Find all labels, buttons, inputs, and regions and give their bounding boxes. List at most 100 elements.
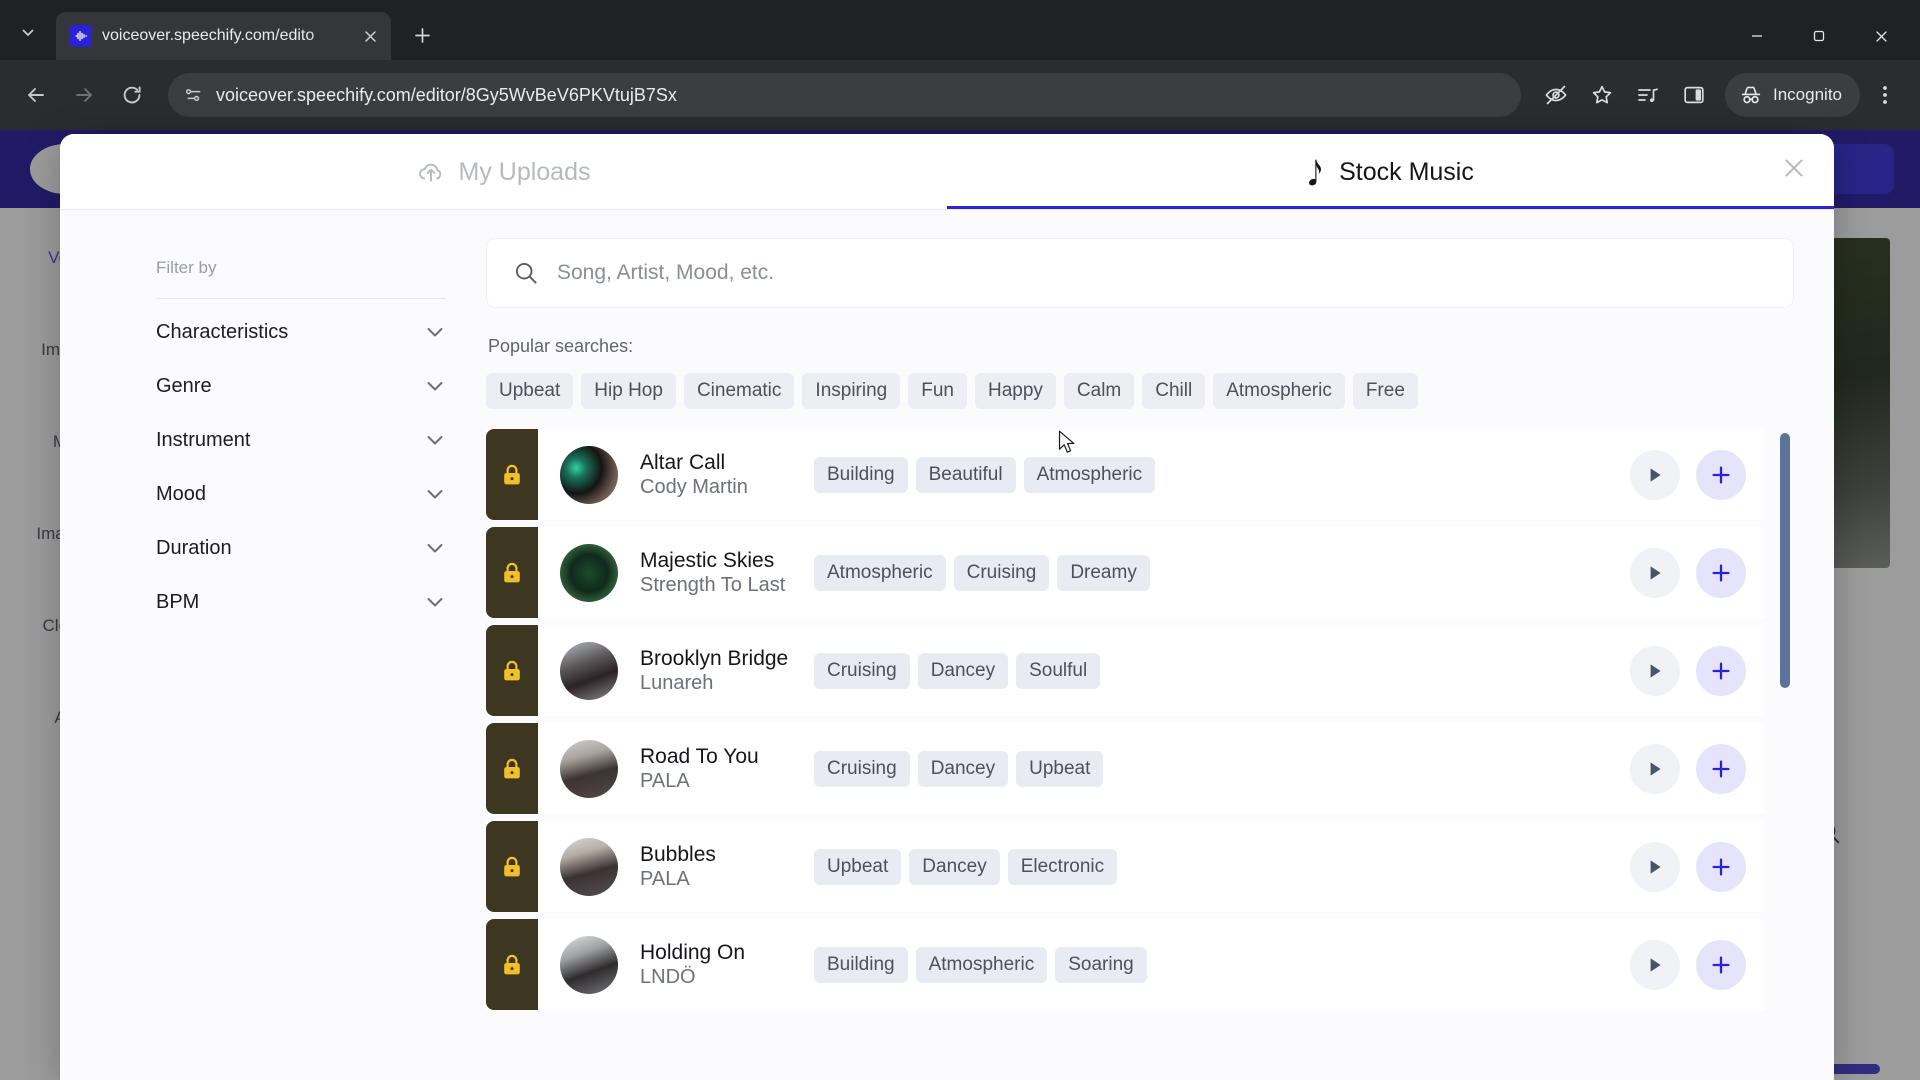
tab-close-icon[interactable] bbox=[357, 23, 383, 49]
minimize-icon[interactable] bbox=[1726, 12, 1788, 60]
filter-mood-label: Mood bbox=[156, 482, 207, 505]
close-icon[interactable] bbox=[1772, 146, 1816, 190]
track-tag[interactable]: Atmospheric bbox=[814, 554, 946, 591]
filter-bpm[interactable]: BPM bbox=[156, 575, 446, 629]
filter-by-label: Filter by bbox=[156, 258, 217, 277]
plus-icon[interactable] bbox=[1696, 449, 1746, 500]
track-tag[interactable]: Cruising bbox=[814, 652, 910, 689]
plus-icon[interactable] bbox=[1696, 841, 1746, 892]
avatar bbox=[560, 935, 618, 994]
upload-cloud-icon bbox=[417, 160, 445, 184]
track-tag[interactable]: Building bbox=[814, 456, 908, 493]
popular-chip-inspiring[interactable]: Inspiring bbox=[802, 373, 901, 409]
address-bar[interactable]: voiceover.speechify.com/editor/8Gy5WvBeV… bbox=[168, 73, 1521, 117]
track-tag[interactable]: Upbeat bbox=[814, 848, 902, 885]
track-tag[interactable]: Electronic bbox=[1007, 848, 1118, 885]
track-tag[interactable]: Dreamy bbox=[1057, 554, 1150, 591]
track-tag[interactable]: Dancey bbox=[917, 750, 1009, 787]
filter-mood[interactable]: Mood bbox=[156, 467, 446, 521]
filter-duration[interactable]: Duration bbox=[156, 521, 446, 575]
track-meta: Brooklyn Bridge Lunareh bbox=[640, 646, 800, 696]
track-artist: Cody Martin bbox=[640, 476, 748, 499]
popular-chip-free[interactable]: Free bbox=[1352, 373, 1418, 409]
play-icon[interactable] bbox=[1630, 547, 1680, 598]
track-meta: Majestic Skies Strength To Last bbox=[640, 548, 800, 598]
track-list-scrollbar[interactable] bbox=[1780, 433, 1790, 1076]
table-row[interactable]: Altar Call Cody Martin Building Beautifu… bbox=[486, 429, 1764, 520]
play-icon[interactable] bbox=[1630, 645, 1680, 696]
maximize-icon[interactable] bbox=[1788, 12, 1850, 60]
lock-icon bbox=[486, 723, 538, 814]
lock-icon bbox=[486, 429, 538, 520]
tab-my-uploads[interactable]: My Uploads bbox=[60, 134, 947, 210]
lock-icon bbox=[486, 625, 538, 716]
filter-instrument-label: Instrument bbox=[156, 428, 251, 451]
table-row[interactable]: Brooklyn Bridge Lunareh Cruising Dancey … bbox=[486, 625, 1764, 716]
track-tag[interactable]: Soaring bbox=[1055, 946, 1147, 983]
track-tag[interactable]: Beautiful bbox=[915, 456, 1016, 493]
search-input[interactable]: Song, Artist, Mood, etc. bbox=[486, 238, 1794, 308]
track-tags: Atmospheric Cruising Dreamy bbox=[814, 554, 1630, 591]
modal-tab-bar: My Uploads Stock Music bbox=[60, 134, 1834, 210]
avatar bbox=[560, 641, 618, 700]
browser-menu-icon[interactable] bbox=[1864, 74, 1906, 116]
forward-icon[interactable] bbox=[62, 73, 106, 117]
track-tag[interactable]: Atmospheric bbox=[1023, 456, 1156, 493]
play-icon[interactable] bbox=[1630, 841, 1680, 892]
popular-chip-atmospheric[interactable]: Atmospheric bbox=[1213, 373, 1345, 409]
plus-icon[interactable] bbox=[1696, 743, 1746, 794]
track-tag[interactable]: Cruising bbox=[814, 750, 910, 787]
avatar bbox=[560, 739, 618, 798]
track-tag[interactable]: Dancey bbox=[909, 848, 1000, 885]
tab-search-icon[interactable] bbox=[6, 10, 50, 54]
table-row[interactable]: Road To You PALA Cruising Dancey Upbeat bbox=[486, 723, 1764, 814]
play-icon[interactable] bbox=[1630, 449, 1680, 500]
track-tags: Cruising Dancey Soulful bbox=[814, 652, 1630, 689]
site-settings-icon[interactable] bbox=[184, 85, 204, 105]
filter-instrument[interactable]: Instrument bbox=[156, 413, 446, 467]
popular-chip-hip-hop[interactable]: Hip Hop bbox=[581, 373, 676, 409]
table-row[interactable]: Bubbles PALA Upbeat Dancey Electronic bbox=[486, 821, 1764, 912]
track-meta: Road To You PALA bbox=[640, 744, 800, 794]
reload-icon[interactable] bbox=[110, 73, 154, 117]
track-actions bbox=[1630, 449, 1746, 500]
track-tag[interactable]: Upbeat bbox=[1016, 750, 1104, 787]
new-tab-button[interactable] bbox=[403, 16, 441, 54]
scrollbar-thumb[interactable] bbox=[1780, 433, 1790, 688]
filter-genre[interactable]: Genre bbox=[156, 359, 446, 413]
media-playlist-icon[interactable] bbox=[1627, 74, 1669, 116]
plus-icon[interactable] bbox=[1696, 939, 1746, 990]
popular-chip-cinematic[interactable]: Cinematic bbox=[683, 373, 795, 409]
back-icon[interactable] bbox=[14, 73, 58, 117]
track-tag[interactable]: Dancey bbox=[917, 652, 1009, 689]
track-tag[interactable]: Soulful bbox=[1016, 652, 1101, 689]
popular-chip-upbeat[interactable]: Upbeat bbox=[486, 373, 574, 409]
avatar bbox=[560, 543, 618, 602]
play-icon[interactable] bbox=[1630, 743, 1680, 794]
track-actions bbox=[1630, 939, 1746, 990]
close-icon[interactable] bbox=[1850, 12, 1912, 60]
profile-incognito-chip[interactable]: Incognito bbox=[1725, 73, 1860, 117]
track-tag[interactable]: Cruising bbox=[953, 554, 1050, 591]
play-icon[interactable] bbox=[1630, 939, 1680, 990]
table-row[interactable]: Holding On LNDÖ Building Atmospheric Soa… bbox=[486, 919, 1764, 1010]
track-artist: PALA bbox=[640, 868, 690, 891]
popular-chip-fun[interactable]: Fun bbox=[908, 373, 967, 409]
eye-off-icon[interactable] bbox=[1535, 74, 1577, 116]
browser-window: voiceover.speechify.com/edito voiceover.… bbox=[0, 0, 1920, 1080]
browser-tab[interactable]: voiceover.speechify.com/edito bbox=[56, 12, 391, 60]
filter-characteristics[interactable]: Characteristics bbox=[156, 305, 446, 359]
plus-icon[interactable] bbox=[1696, 645, 1746, 696]
popular-chip-happy[interactable]: Happy bbox=[975, 373, 1056, 409]
side-panel-icon[interactable] bbox=[1673, 74, 1715, 116]
track-tag[interactable]: Building bbox=[814, 946, 908, 983]
tab-stock-music[interactable]: Stock Music bbox=[947, 134, 1834, 210]
table-row[interactable]: Majestic Skies Strength To Last Atmosphe… bbox=[486, 527, 1764, 618]
track-list: Altar Call Cody Martin Building Beautifu… bbox=[486, 429, 1794, 1080]
bookmark-star-icon[interactable] bbox=[1581, 74, 1623, 116]
lock-icon bbox=[486, 527, 538, 618]
popular-chip-chill[interactable]: Chill bbox=[1142, 373, 1206, 409]
track-tag[interactable]: Atmospheric bbox=[915, 946, 1048, 983]
popular-chip-calm[interactable]: Calm bbox=[1063, 373, 1135, 409]
plus-icon[interactable] bbox=[1696, 547, 1746, 598]
